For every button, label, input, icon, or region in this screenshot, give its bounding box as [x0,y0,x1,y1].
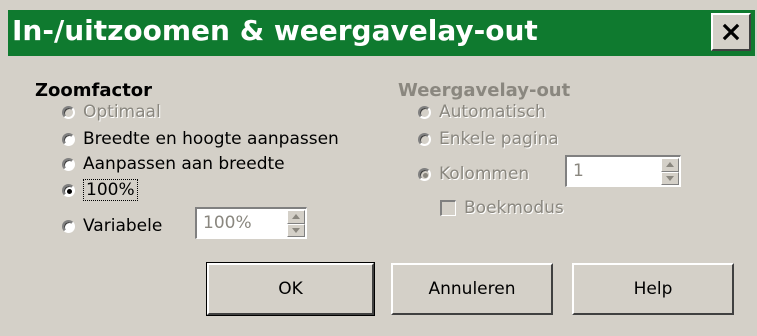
radio-single-page-label: Enkele pagina [439,129,559,149]
radio-automatic[interactable]: Automatisch [418,101,546,123]
book-mode-label: Boekmodus [464,198,564,218]
spin-up-button[interactable] [287,210,305,224]
radio-100-percent-label: 100% [83,179,138,201]
radio-fit-width-height[interactable]: Breedte en hoogte aanpassen [62,128,339,150]
radio-single-page[interactable]: Enkele pagina [418,128,559,150]
title-bar: In-/uitzoomen & weergavelay-out [0,0,757,56]
columns-value: 1 [573,161,584,181]
radio-button [418,132,431,146]
variable-zoom-spinbox[interactable]: 100% [195,207,307,239]
ok-button[interactable]: OK [206,262,375,316]
radio-variable-label: Variabele [83,216,163,236]
radio-100-percent[interactable]: 100% [62,179,138,201]
radio-button [62,132,75,146]
radio-automatic-label: Automatisch [439,102,546,122]
close-icon [722,23,740,41]
chevron-up-icon [666,162,674,168]
radio-button [62,219,75,233]
radio-button [62,157,75,171]
radio-fit-width[interactable]: Aanpassen aan breedte [62,153,285,175]
variable-zoom-value: 100% [203,213,252,233]
chevron-down-icon [666,175,674,181]
radio-button [62,105,75,119]
book-mode-checkbox[interactable]: Boekmodus [440,198,564,218]
cancel-button[interactable]: Annuleren [391,263,553,315]
radio-fit-width-height-label: Breedte en hoogte aanpassen [83,129,339,149]
window-title: In-/uitzoomen & weergavelay-out [12,14,538,47]
radio-selected-dot [67,188,72,194]
radio-button [62,183,75,197]
radio-button [418,105,431,119]
columns-spinbox[interactable]: 1 [565,155,681,187]
zoom-group-label: Zoomfactor [35,80,153,101]
chevron-up-icon [292,214,300,220]
radio-columns-label: Kolommen [439,164,530,184]
spin-down-button[interactable] [287,223,305,237]
checkbox-box [440,200,456,216]
radio-variable[interactable]: Variabele [62,215,162,237]
radio-button [418,167,431,181]
spin-buttons [661,158,679,185]
radio-optimal[interactable]: Optimaal [62,101,161,123]
radio-selected-dot [423,172,428,178]
chevron-down-icon [292,227,300,233]
spin-buttons [287,210,305,237]
close-button[interactable] [711,13,751,51]
spin-down-button[interactable] [661,171,679,185]
help-button[interactable]: Help [572,263,734,315]
layout-group-label: Weergavelay-out [398,80,571,101]
radio-optimal-label: Optimaal [83,102,161,122]
radio-columns[interactable]: Kolommen [418,163,529,185]
spin-up-button[interactable] [661,158,679,172]
radio-fit-width-label: Aanpassen aan breedte [83,154,285,174]
